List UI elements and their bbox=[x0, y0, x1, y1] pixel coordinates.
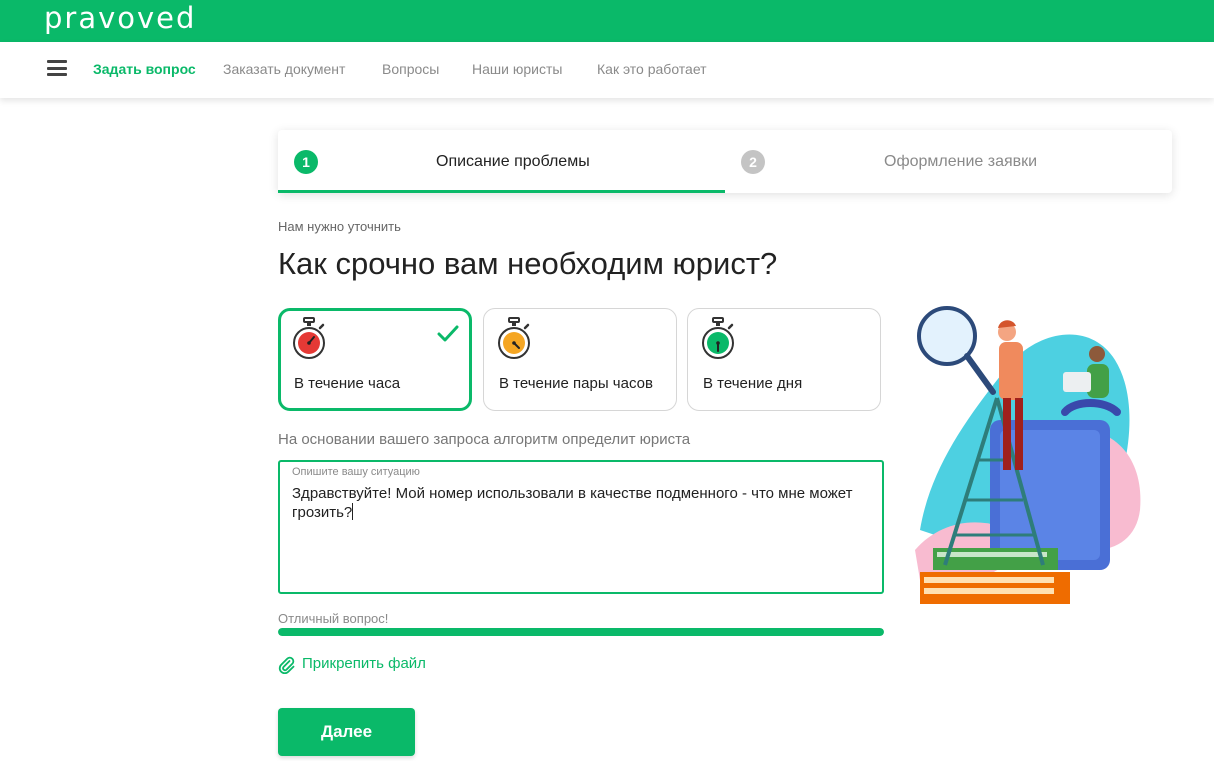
form-subtitle: Нам нужно уточнить bbox=[278, 219, 401, 234]
situation-textarea[interactable]: Опишите вашу ситуацию Здравствуйте! Мой … bbox=[278, 460, 884, 594]
situation-placeholder: Опишите вашу ситуацию bbox=[292, 466, 420, 478]
urgency-option-few-hours[interactable]: В течение пары часов bbox=[483, 308, 677, 411]
step-active-underline bbox=[278, 190, 725, 193]
page-title: Как срочно вам необходим юрист? bbox=[278, 246, 778, 281]
stopwatch-icon bbox=[293, 317, 325, 359]
stepper: 1 Описание проблемы 2 Оформление заявки bbox=[278, 130, 1172, 193]
step-2-number: 2 bbox=[741, 150, 765, 174]
stopwatch-icon bbox=[702, 317, 734, 359]
nav-our-lawyers[interactable]: Наши юристы bbox=[472, 61, 562, 77]
next-button[interactable]: Далее bbox=[278, 708, 415, 756]
menu-icon[interactable] bbox=[47, 60, 67, 76]
lawyers-illustration bbox=[915, 306, 1141, 604]
nav-questions[interactable]: Вопросы bbox=[382, 61, 439, 77]
quality-progress-fill bbox=[278, 628, 884, 636]
step-1-label: Описание проблемы bbox=[436, 153, 590, 170]
urgency-option-label: В течение пары часов bbox=[499, 375, 653, 392]
situation-text: Здравствуйте! Мой номер использовали в к… bbox=[292, 485, 853, 521]
algorithm-hint: На основании вашего запроса алгоритм опр… bbox=[278, 431, 691, 448]
text-caret bbox=[352, 503, 354, 520]
attach-file-label: Прикрепить файл bbox=[302, 655, 426, 672]
nav-how-it-works[interactable]: Как это работает bbox=[597, 61, 707, 77]
urgency-option-day[interactable]: В течение дня bbox=[687, 308, 881, 411]
main-nav: Задать вопрос Заказать документ Вопросы … bbox=[0, 42, 1214, 98]
nav-ask-question[interactable]: Задать вопрос bbox=[93, 61, 196, 77]
stopwatch-icon bbox=[498, 317, 530, 359]
paperclip-icon bbox=[278, 656, 295, 674]
step-1-number: 1 bbox=[294, 150, 318, 174]
urgency-option-label: В течение дня bbox=[703, 375, 803, 392]
check-icon bbox=[437, 325, 459, 342]
quality-progress-bar bbox=[278, 628, 884, 636]
step-2-label: Оформление заявки bbox=[884, 153, 1038, 170]
logo[interactable]: pravoved bbox=[44, 1, 196, 35]
urgency-option-hour[interactable]: В течение часа bbox=[278, 308, 472, 411]
quality-text: Отличный вопрос! bbox=[278, 611, 389, 626]
urgency-option-label: В течение часа bbox=[294, 375, 401, 392]
nav-order-document[interactable]: Заказать документ bbox=[223, 61, 345, 77]
top-bar: pravoved bbox=[0, 0, 1214, 42]
